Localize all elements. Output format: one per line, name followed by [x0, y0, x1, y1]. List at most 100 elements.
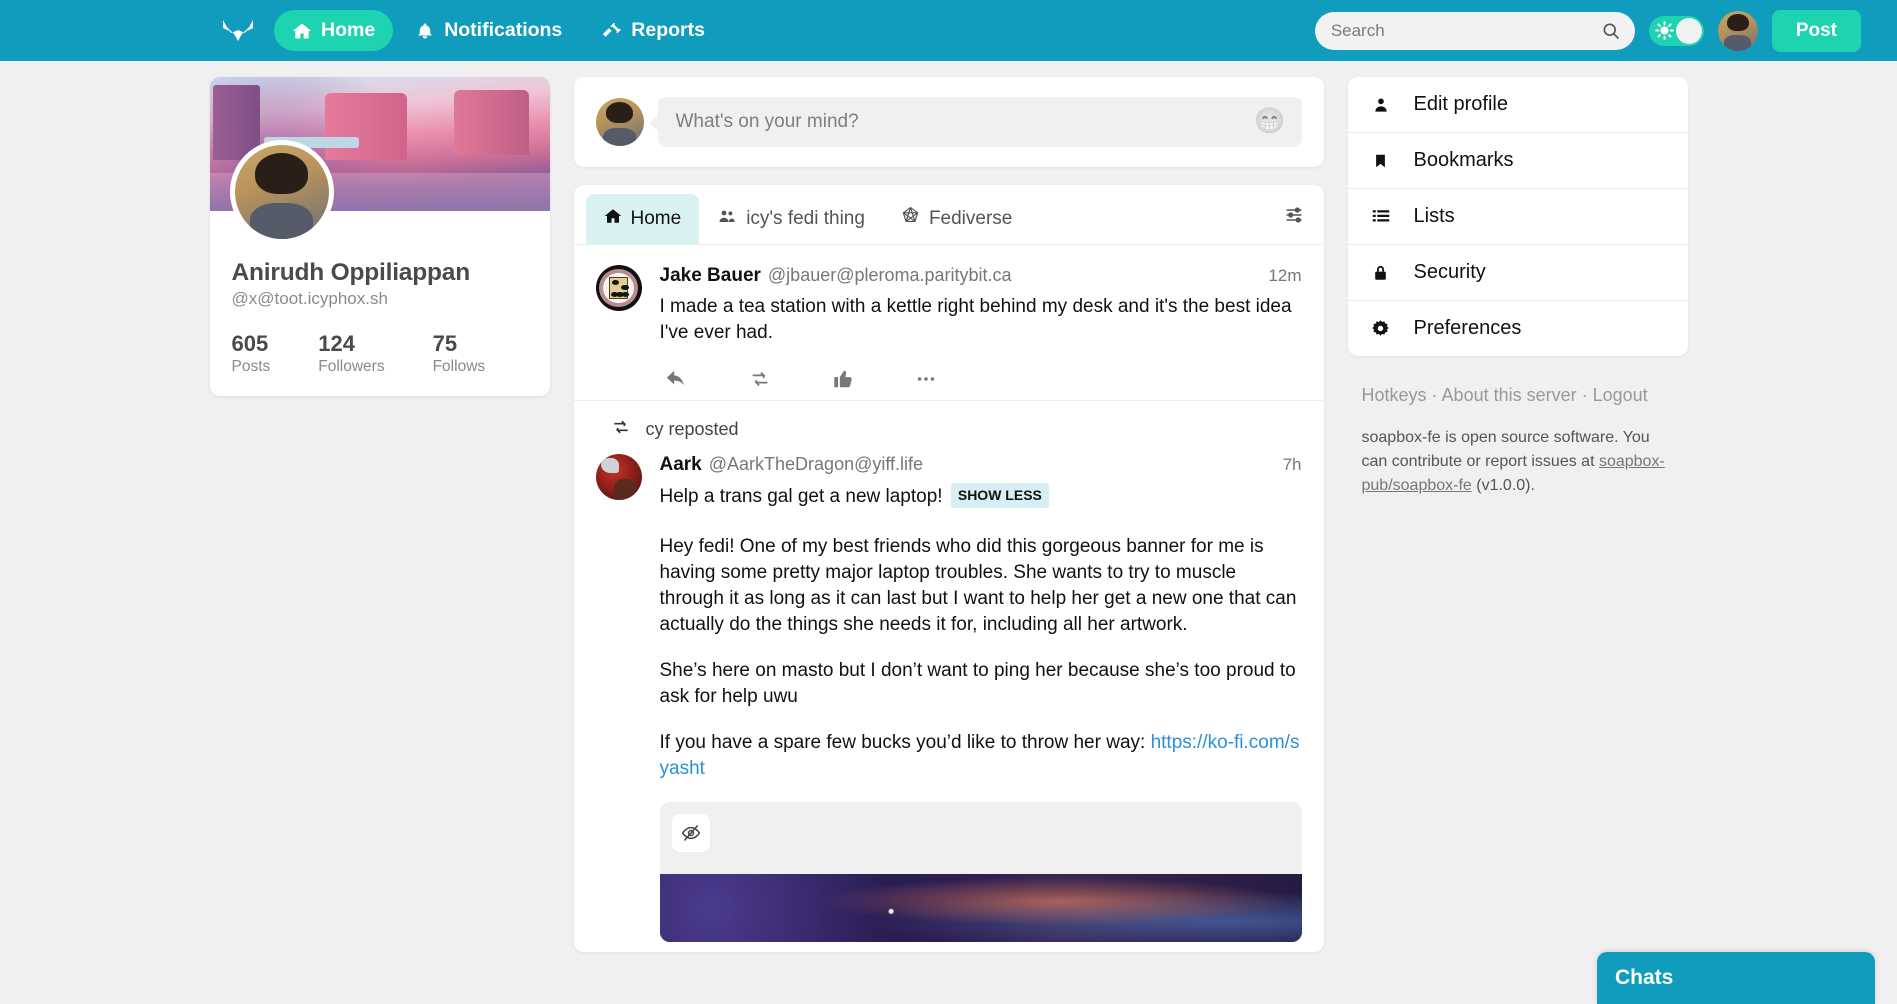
nav-item-reports[interactable]: Reports: [584, 10, 723, 51]
post-item: Jake Bauer @jbauer@pleroma.paritybit.ca …: [573, 245, 1324, 402]
avatar[interactable]: [1717, 10, 1758, 51]
nav-label-reports: Reports: [631, 19, 705, 41]
stat-posts-label: Posts: [231, 358, 271, 375]
stat-posts[interactable]: 605 Posts: [232, 331, 271, 376]
chats-title: Chats: [1615, 966, 1674, 989]
compose-placeholder: What's on your mind?: [675, 111, 859, 132]
post-button[interactable]: Post: [1771, 9, 1861, 52]
tab-fediverse[interactable]: Fediverse: [883, 193, 1030, 244]
stat-follows-value: 75: [432, 331, 458, 356]
nav-item-notifications[interactable]: Notifications: [397, 10, 580, 51]
logout-link[interactable]: Logout: [1593, 385, 1648, 405]
profile-card: Anirudh Oppiliappan @x@toot.icyphox.sh 6…: [209, 77, 550, 396]
sun-icon: [1654, 20, 1674, 45]
compose-input[interactable]: What's on your mind? 😁: [648, 97, 1302, 147]
like-icon[interactable]: [832, 368, 855, 390]
post-author-handle[interactable]: @jbauer@pleroma.paritybit.ca: [768, 265, 1012, 286]
tab-label-icys-fedi-thing: icy's fedi thing: [746, 207, 865, 229]
home-icon: [292, 21, 312, 41]
bookmark-icon: [1370, 151, 1392, 171]
post-author-handle[interactable]: @AarkTheDragon@yiff.life: [709, 454, 923, 475]
gear-icon: [1370, 319, 1392, 338]
repost-header: cy reposted: [574, 401, 1324, 446]
sliders-icon[interactable]: [1284, 205, 1304, 230]
repost-icon: [610, 417, 632, 442]
home-icon: [604, 207, 622, 231]
media-preview-image: [659, 874, 1302, 943]
footer-links: Hotkeys · About this server · Logout: [1362, 382, 1674, 408]
post-media-attachment[interactable]: [659, 802, 1302, 943]
menu-label-lists: Lists: [1413, 205, 1455, 227]
repost-label[interactable]: cy reposted: [646, 419, 739, 440]
emoji-icon[interactable]: 😁: [1254, 109, 1285, 134]
post-author-name[interactable]: Jake Bauer: [660, 265, 761, 287]
menu-label-edit-profile: Edit profile: [1413, 93, 1509, 115]
group-icon: [717, 207, 737, 231]
show-less-button[interactable]: SHOW LESS: [950, 483, 1049, 509]
post-action-bar: [660, 368, 1302, 390]
post-timestamp[interactable]: 12m: [1258, 266, 1301, 286]
post-author-name[interactable]: Aark: [660, 454, 702, 476]
toggle-knob: [1675, 17, 1702, 44]
stat-follows[interactable]: 75 Follows: [433, 331, 486, 376]
search-icon[interactable]: [1601, 21, 1621, 46]
repost-icon[interactable]: [748, 368, 772, 390]
list-icon: [1370, 208, 1392, 226]
main-feed-column: What's on your mind? 😁 Home icy's fedi t…: [573, 77, 1324, 953]
chats-panel[interactable]: Chats: [1597, 952, 1875, 1004]
menu-label-bookmarks: Bookmarks: [1413, 149, 1514, 171]
stat-posts-value: 605: [231, 331, 269, 356]
tab-home[interactable]: Home: [585, 193, 700, 244]
nav-label-notifications: Notifications: [444, 19, 563, 41]
bell-icon: [415, 21, 435, 41]
menu-item-bookmarks[interactable]: Bookmarks: [1347, 133, 1688, 189]
nav-label-home: Home: [321, 19, 376, 41]
tab-icys-fedi-thing[interactable]: icy's fedi thing: [699, 194, 883, 244]
post-link-prefix: If you have a spare few bucks you’d like…: [659, 732, 1151, 754]
three-column-layout: Anirudh Oppiliappan @x@toot.icyphox.sh 6…: [0, 61, 1897, 953]
post-avatar[interactable]: [595, 265, 642, 311]
stat-followers-value: 124: [318, 331, 355, 356]
post-paragraph: Hey fedi! One of my best friends who did…: [659, 536, 1297, 636]
timeline-tabs: Home icy's fedi thing Fediverse: [573, 185, 1324, 245]
search-input[interactable]: [1330, 20, 1619, 41]
menu-item-preferences[interactable]: Preferences: [1348, 301, 1688, 356]
footer-note: soapbox-fe is open source software. You …: [1362, 426, 1674, 498]
footer-separator: ·: [1426, 385, 1442, 405]
fox-logo-icon[interactable]: [220, 13, 256, 49]
feed-card: Home icy's fedi thing Fediverse Jake Bau…: [573, 185, 1324, 953]
compose-avatar: [595, 98, 644, 146]
profile-stats: 605 Posts 124 Followers 75 Follows: [232, 331, 528, 376]
menu-item-lists[interactable]: Lists: [1347, 189, 1688, 245]
lock-icon: [1370, 263, 1392, 283]
menu-label-preferences: Preferences: [1413, 317, 1522, 339]
profile-avatar[interactable]: [229, 140, 334, 244]
footer-separator: ·: [1576, 385, 1593, 405]
eye-slash-icon[interactable]: [671, 814, 710, 853]
more-icon[interactable]: [915, 368, 937, 390]
hotkeys-link[interactable]: Hotkeys: [1362, 385, 1427, 405]
post-body-text: Hey fedi! One of my best friends who did…: [660, 534, 1302, 782]
fediverse-icon: [901, 206, 920, 231]
post-timestamp[interactable]: 7h: [1273, 455, 1302, 475]
left-sidebar: Anirudh Oppiliappan @x@toot.icyphox.sh 6…: [209, 77, 550, 952]
post-spoiler-text: Help a trans gal get a new laptop!: [659, 486, 943, 508]
post-spoiler-row: Help a trans gal get a new laptop! SHOW …: [660, 483, 1302, 510]
tab-label-fediverse: Fediverse: [928, 207, 1013, 229]
reply-icon[interactable]: [664, 368, 688, 390]
stat-followers[interactable]: 124 Followers: [318, 331, 384, 376]
theme-toggle[interactable]: [1648, 15, 1704, 46]
settings-menu-card: Edit profile Bookmarks Lists Security Pr…: [1347, 77, 1688, 356]
menu-item-security[interactable]: Security: [1347, 245, 1688, 301]
primary-nav-links: Home Notifications Reports: [274, 10, 723, 51]
menu-item-edit-profile[interactable]: Edit profile: [1347, 77, 1688, 133]
tab-label-home: Home: [630, 207, 682, 229]
nav-item-home[interactable]: Home: [274, 10, 394, 51]
profile-handle: @x@toot.icyphox.sh: [231, 289, 388, 308]
search-box[interactable]: [1314, 11, 1635, 50]
post-avatar[interactable]: [595, 454, 642, 501]
right-sidebar: Edit profile Bookmarks Lists Security Pr…: [1347, 77, 1688, 952]
about-server-link[interactable]: About this server: [1442, 385, 1577, 405]
sidebar-footer: Hotkeys · About this server · Logout soa…: [1348, 356, 1688, 498]
post-paragraph: She’s here on masto but I don’t want to …: [659, 660, 1296, 708]
